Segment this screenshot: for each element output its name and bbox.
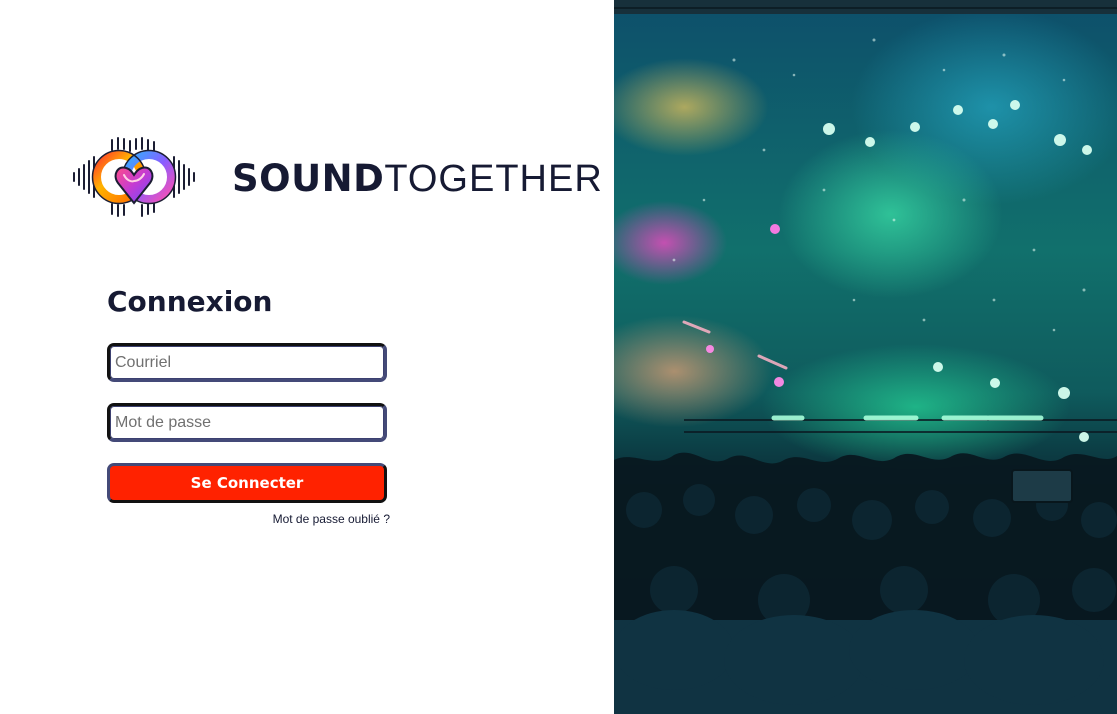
password-field[interactable]	[107, 403, 387, 442]
sound-heart-logo-icon	[73, 137, 195, 217]
login-title: Connexion	[107, 285, 273, 318]
concert-hero-image	[614, 0, 1117, 714]
email-field[interactable]	[107, 343, 387, 382]
brand-header: SOUNDTOGETHER	[72, 137, 602, 219]
crowd-silhouette-graphic	[614, 452, 1117, 714]
login-panel: SOUNDTOGETHER Connexion Se Connecter Mot…	[0, 0, 614, 714]
forgot-password-link[interactable]: Mot de passe oublié ?	[230, 512, 390, 526]
brand-name-light: TOGETHER	[384, 158, 603, 200]
brand-name-bold: SOUND	[232, 157, 385, 200]
brand-name: SOUNDTOGETHER	[232, 157, 603, 201]
login-button[interactable]: Se Connecter	[107, 463, 387, 503]
